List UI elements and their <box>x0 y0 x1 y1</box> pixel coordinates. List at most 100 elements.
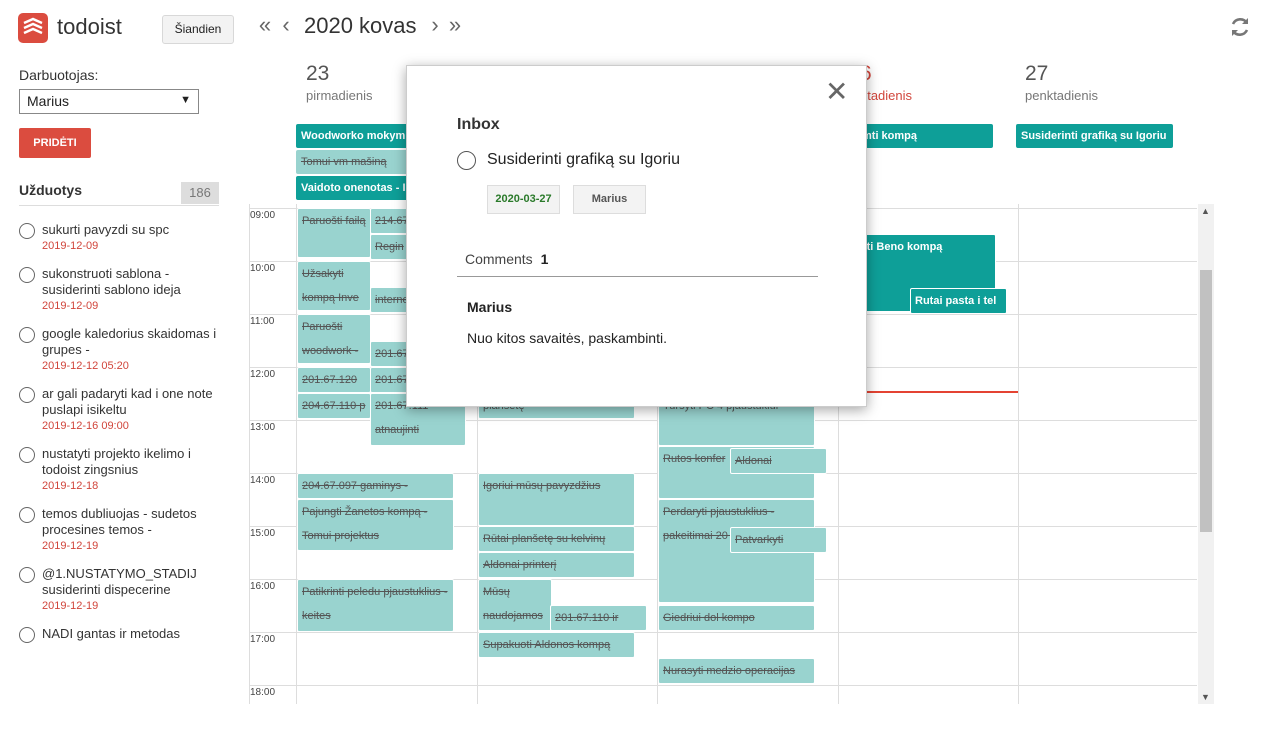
hour-label: 14:00 <box>250 475 276 486</box>
task-complete-checkbox[interactable] <box>457 151 476 170</box>
day-name: pirmadienis <box>306 88 373 103</box>
calendar-event[interactable]: 204.67.110 p <box>297 393 371 419</box>
calendar-scrollbar[interactable]: ▲ ▼ <box>1198 204 1214 704</box>
allday-event[interactable]: Vaidoto onenotas - I <box>296 176 416 200</box>
task-text: nustatyti projekto ikelimo i todoist zin… <box>42 446 191 477</box>
calendar-event[interactable]: Aldonai printerį <box>478 552 635 578</box>
today-button[interactable]: Šiandien <box>162 15 234 44</box>
comment-author: Marius <box>467 299 513 315</box>
due-date-button[interactable]: 2020-03-27 <box>487 185 560 214</box>
comments-count: 1 <box>540 251 549 267</box>
calendar-event[interactable]: 204.67.097 gaminys - <box>297 473 454 499</box>
task-text: sukurti pavyzdi su spc <box>42 222 170 237</box>
tasks-header: Užduotys 186 <box>19 182 219 206</box>
modal-project-name: Inbox <box>457 116 500 133</box>
add-button[interactable]: PRIDĖTI <box>19 128 91 158</box>
calendar-event[interactable]: Patvarkyti <box>730 527 827 553</box>
modal-task-title[interactable]: Susiderinti grafiką su Igoriu <box>487 151 680 169</box>
task-text: NADI gantas ir metodas <box>42 626 181 641</box>
hour-label: 10:00 <box>250 263 276 274</box>
day-name: penktadienis <box>1025 88 1098 103</box>
app-name: todoist <box>57 14 122 39</box>
calendar-event[interactable]: Patikrinti peledu pjaustuklius - keites <box>297 579 454 632</box>
calendar-event[interactable]: Supakuoti Aldonos kompą <box>478 632 635 658</box>
task-text: google kaledorius skaidomas i grupes - <box>42 326 217 357</box>
calendar-event[interactable]: Rūtai planšetę su kelvinų <box>478 526 635 552</box>
allday-event[interactable]: mti kompą <box>857 124 993 148</box>
list-item[interactable]: NADI gantas ir metodas <box>19 626 229 643</box>
task-checkbox[interactable] <box>19 267 35 283</box>
calendar-event[interactable]: Paruošti failą <box>297 208 371 258</box>
todoist-logo-icon <box>18 13 48 43</box>
chevron-right-icon[interactable]: › <box>426 12 444 38</box>
list-item[interactable]: sukurti pavyzdi su spc 2019-12-09 <box>19 222 229 254</box>
task-checkbox[interactable] <box>19 507 35 523</box>
calendar-event[interactable]: Giedriui dol kompo <box>658 605 815 631</box>
day-column-divider <box>1018 204 1019 704</box>
list-item[interactable]: google kaledorius skaidomas i grupes - 2… <box>19 326 229 374</box>
refresh-icon[interactable] <box>1228 15 1252 39</box>
scroll-up-icon[interactable]: ▲ <box>1201 206 1210 216</box>
hour-label: 09:00 <box>250 210 276 221</box>
task-date: 2019-12-09 <box>42 240 99 252</box>
scrollbar-thumb[interactable] <box>1200 270 1212 532</box>
task-checkbox[interactable] <box>19 627 35 643</box>
day-name: irtadienis <box>860 88 913 103</box>
calendar-event[interactable]: Aldonai <box>730 448 827 474</box>
hour-line <box>250 685 1197 686</box>
day-number: 27 <box>1025 62 1049 85</box>
comments-label: Comments <box>465 251 533 267</box>
calendar-event[interactable]: Nurasyti medzio operacijas <box>658 658 815 684</box>
task-checkbox[interactable] <box>19 223 35 239</box>
comments-tab[interactable]: Comments 1 <box>457 248 818 277</box>
calendar-event[interactable]: 201.67.120 p <box>297 367 371 393</box>
task-text: temos dubliuojas - sudetos procesines te… <box>42 506 197 537</box>
task-checkbox[interactable] <box>19 567 35 583</box>
worker-select[interactable]: Marius ▼ <box>19 89 199 114</box>
month-title: 2020 kovas <box>304 13 417 38</box>
list-item[interactable]: ar gali padaryti kad i one note puslapi … <box>19 386 229 434</box>
task-checkbox[interactable] <box>19 387 35 403</box>
task-date: 2019-12-18 <box>42 480 99 492</box>
hour-label: 12:00 <box>250 369 276 380</box>
calendar-event[interactable]: Pajungti Žanetos kompą - Tomui projektus <box>297 499 454 551</box>
task-checkbox[interactable] <box>19 447 35 463</box>
hour-line <box>250 632 1197 633</box>
hour-label: 15:00 <box>250 528 276 539</box>
task-date: 2019-12-19 <box>42 600 99 612</box>
task-text: @1.NUSTATYMO_STADIJ susiderinti dispecer… <box>42 566 197 597</box>
task-checkbox[interactable] <box>19 327 35 343</box>
task-date: 2019-12-19 <box>42 540 99 552</box>
calendar-event[interactable]: Užsakyti kompą Inve 2020 <box>297 261 371 311</box>
list-item[interactable]: @1.NUSTATYMO_STADIJ susiderinti dispecer… <box>19 566 229 614</box>
calendar-event[interactable]: Mūsų naudojamos furnitūros są <box>478 579 552 631</box>
allday-event[interactable]: Susiderinti grafiką su Igoriu <box>1016 124 1173 148</box>
allday-event[interactable]: Tomui vm mašiną <box>296 150 416 174</box>
scroll-down-icon[interactable]: ▼ <box>1201 692 1210 702</box>
worker-label: Darbuotojas: <box>19 67 99 83</box>
day-header-thursday: 6 irtadienis <box>860 62 912 103</box>
allday-event[interactable]: Woodworko mokym <box>296 124 416 148</box>
hour-label: 18:00 <box>250 687 276 698</box>
list-item[interactable]: temos dubliuojas - sudetos procesines te… <box>19 506 229 554</box>
double-chevron-right-icon[interactable]: » <box>446 12 464 38</box>
assignee-button[interactable]: Marius <box>573 185 646 214</box>
task-text: sukonstruoti sablona - susiderinti sablo… <box>42 266 181 297</box>
close-icon[interactable]: ✕ <box>825 78 848 106</box>
day-number: 23 <box>306 62 330 85</box>
double-chevron-left-icon[interactable]: « <box>256 12 274 38</box>
chevron-left-icon[interactable]: ‹ <box>277 12 295 38</box>
comment-text: Nuo kitos savaitės, paskambinti. <box>467 330 667 346</box>
caret-down-icon: ▼ <box>180 94 191 106</box>
task-detail-modal: ✕ Inbox Susiderinti grafiką su Igoriu 20… <box>406 65 867 407</box>
task-text: ar gali padaryti kad i one note puslapi … <box>42 386 213 417</box>
list-item[interactable]: sukonstruoti sablona - susiderinti sablo… <box>19 266 229 314</box>
hour-label: 13:00 <box>250 422 276 433</box>
day-number: 6 <box>860 62 912 86</box>
calendar-event[interactable]: Igoriui mūsų pavyzdžius <box>478 473 635 526</box>
calendar-event[interactable]: Rutai pasta i tel <box>910 288 1007 314</box>
task-date: 2019-12-09 <box>42 300 99 312</box>
calendar-event[interactable]: Paruošti woodwork - <box>297 314 371 364</box>
list-item[interactable]: nustatyti projekto ikelimo i todoist zin… <box>19 446 229 494</box>
calendar-event[interactable]: 201.67.110 ir <box>550 605 647 631</box>
